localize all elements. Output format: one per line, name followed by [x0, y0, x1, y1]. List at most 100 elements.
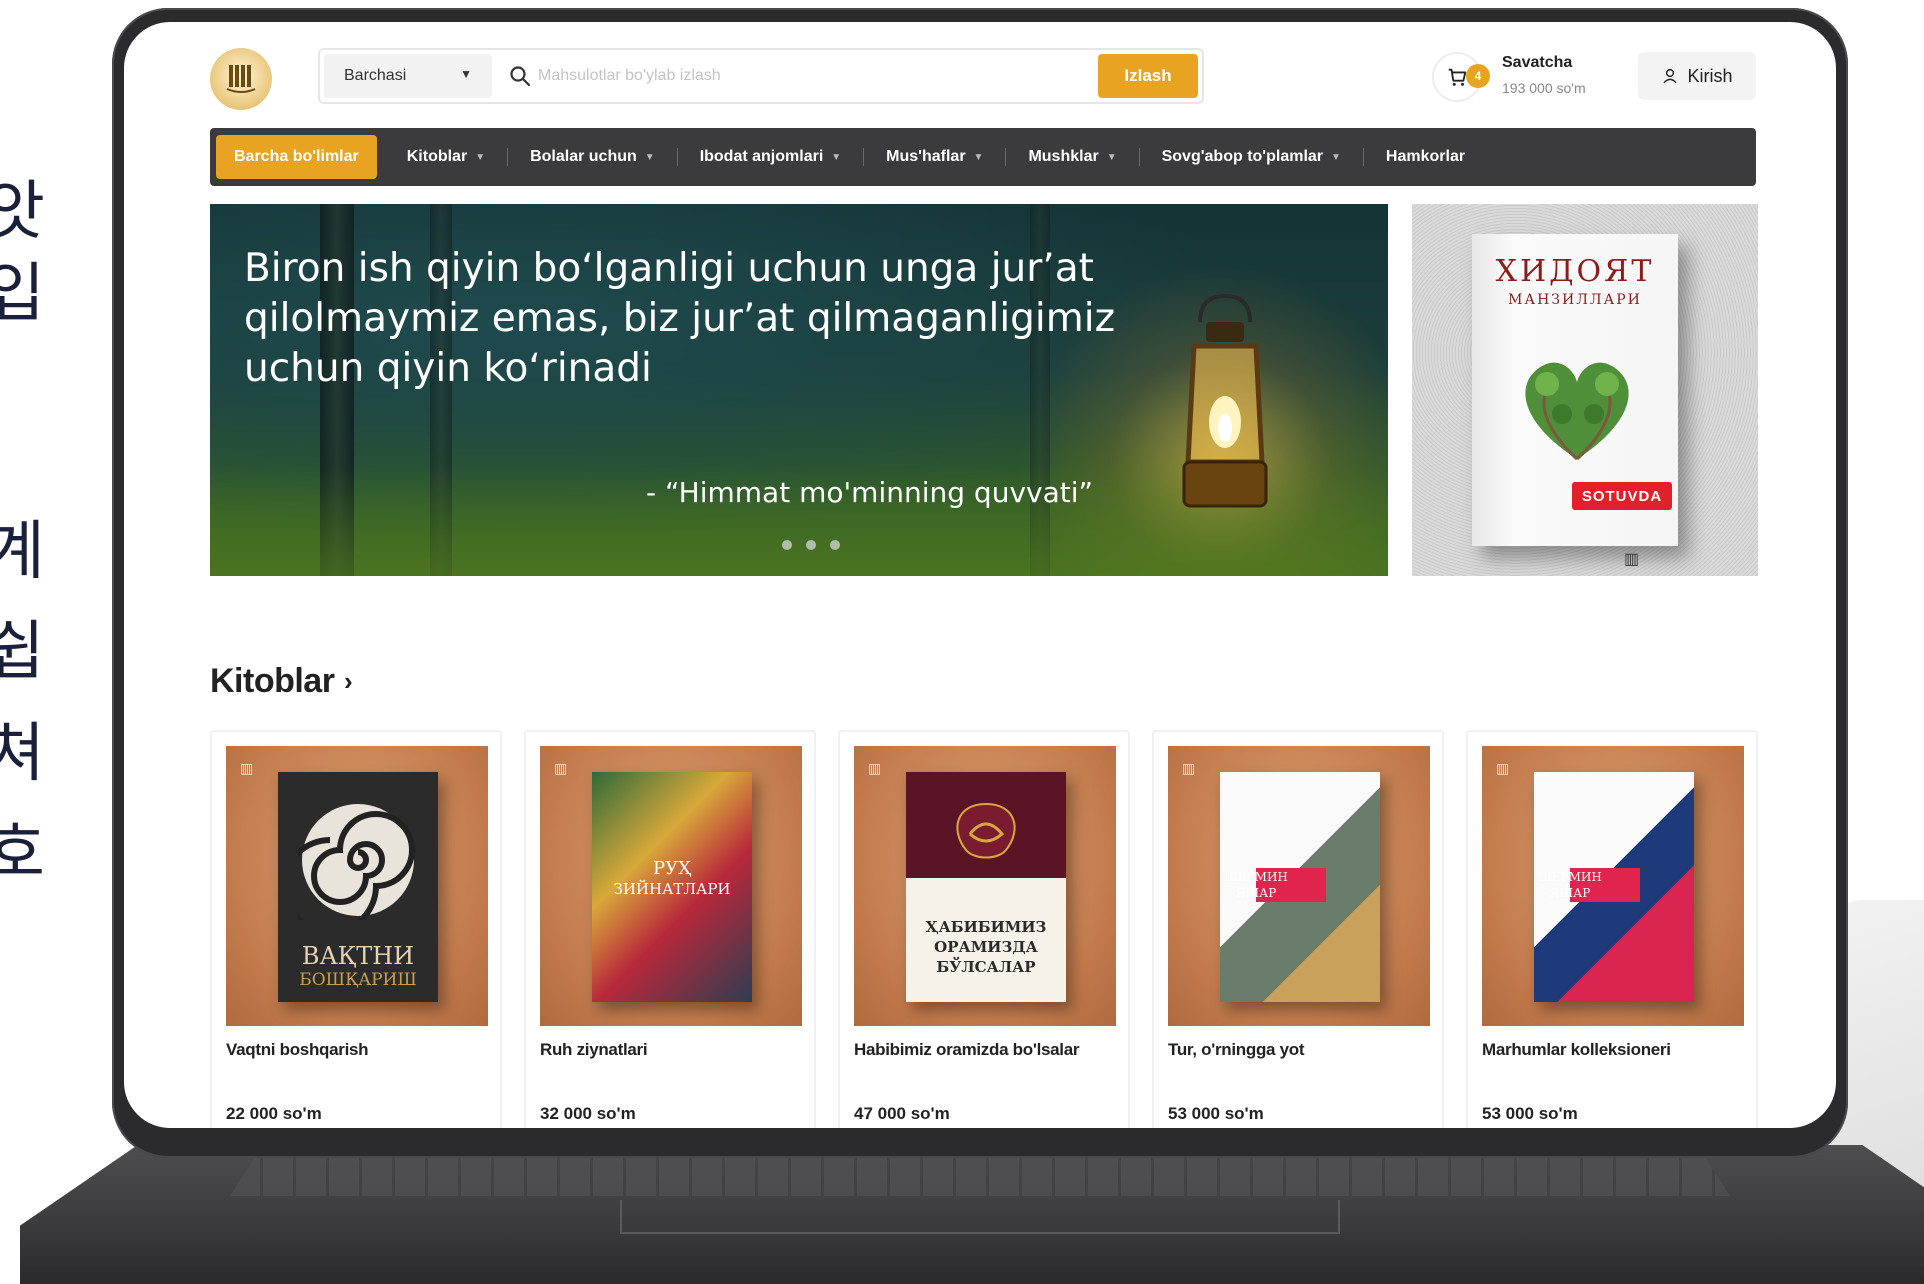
- book-cover: РУҲ ЗИЙНАТЛАРИ: [592, 772, 752, 1002]
- nav-item-label: Hamkorlar: [1385, 148, 1466, 165]
- login-label: Kirish: [1687, 65, 1733, 86]
- book-cover-title: БЎЛСАЛАР: [936, 958, 1036, 976]
- side-text-3: 계: [0, 515, 45, 589]
- product-price: 53 000 so'm: [1482, 1104, 1578, 1123]
- product-card[interactable]: ▥ ҲАБИБИМИЗ ОРАМИЗДА БЎЛСАЛАР Habibimiz …: [838, 730, 1130, 1128]
- product-list: ▥ ВАҚТНИ БОШҚАРИШ Vaqtni boshqarish 22 0…: [210, 730, 1758, 1128]
- section-title[interactable]: Kitoblar: [210, 662, 335, 701]
- chevron-down-icon: ▼: [460, 67, 472, 81]
- product-price: 22 000 so'm: [226, 1104, 322, 1123]
- product-name[interactable]: Vaqtni boshqarish: [226, 1040, 369, 1060]
- publisher-logo-icon: ▥: [1182, 760, 1196, 776]
- cart-title[interactable]: Savatcha: [1502, 54, 1572, 72]
- promo-book-subtitle: МАНЗИЛЛАРИ: [1508, 292, 1642, 308]
- chevron-down-icon: ▼: [1106, 151, 1117, 163]
- promo-book-title: ХИДОЯТ: [1495, 254, 1655, 289]
- product-card[interactable]: ▥ ШЕРМИН ЯШАР Marhumlar kolleksioneri 53…: [1466, 730, 1758, 1128]
- product-card[interactable]: ▥ РУҲ ЗИЙНАТЛАРИ Ruh ziynatlari 32 000 s…: [524, 730, 816, 1128]
- nav-item-worship-items[interactable]: Ibodat anjomlari ▼: [678, 135, 863, 179]
- nav-item-for-children[interactable]: Bolalar uchun ▼: [508, 135, 677, 179]
- cart-count-badge: 4: [1466, 64, 1490, 88]
- carousel-dot[interactable]: [782, 540, 792, 550]
- publisher-logo-icon: ▥: [1496, 760, 1510, 776]
- book-cover: ШЕРМИН ЯШАР: [1220, 772, 1380, 1002]
- nav-item-mushafs[interactable]: Mus'haflar ▼: [864, 135, 1005, 179]
- publisher-logo-icon: ▥: [554, 760, 568, 776]
- chevron-down-icon: ▼: [973, 151, 984, 163]
- nav-item-books[interactable]: Kitoblar ▼: [385, 135, 507, 179]
- publisher-logo-icon: ▥: [1624, 551, 1640, 568]
- calligraphy-emblem-icon: [956, 802, 1016, 859]
- nav-item-label: Bolalar uchun: [530, 148, 637, 165]
- hero-author: - “Himmat mo'minning quvvati”: [646, 476, 1094, 509]
- product-image: ▥ ШЕРМИН ЯШАР: [1482, 746, 1744, 1026]
- search-button[interactable]: Izlash: [1098, 54, 1198, 98]
- nav-item-musks[interactable]: Mushklar ▼: [1006, 135, 1138, 179]
- nav-item-all-sections[interactable]: Barcha bo'limlar: [216, 135, 377, 179]
- nav-item-gift-sets[interactable]: Sovg'abop to'plamlar ▼: [1140, 135, 1363, 179]
- product-price: 53 000 so'm: [1168, 1104, 1264, 1123]
- category-select[interactable]: Barchasi ▼: [324, 54, 492, 98]
- laptop-trackpad: [620, 1200, 1340, 1234]
- product-image: ▥ ВАҚТНИ БОШҚАРИШ: [226, 746, 488, 1026]
- logo-emblem-icon: [226, 65, 256, 93]
- category-select-value: Barchasi: [344, 67, 407, 84]
- cart-total: 193 000 so'm: [1502, 80, 1586, 96]
- lantern-icon: [1182, 294, 1268, 508]
- chevron-right-icon[interactable]: ›: [344, 666, 353, 697]
- search-bar: Barchasi ▼ Izlash: [318, 48, 1204, 104]
- book-cover-author: ЯШАР: [1549, 886, 1591, 900]
- book-cover-author: ЯШАР: [1235, 886, 1277, 900]
- nav-item-label: Sovg'abop to'plamlar: [1161, 148, 1324, 165]
- hero-quote: Biron ish qiyin bo‘lganligi uchun unga j…: [244, 246, 1116, 391]
- nav-item-partners[interactable]: Hamkorlar: [1364, 135, 1487, 179]
- chevron-down-icon: ▼: [644, 151, 655, 163]
- main-nav: Barcha bo'limlar Kitoblar ▼ Bolalar uchu…: [210, 128, 1756, 186]
- promo-banner[interactable]: ХИДОЯТ МАНЗИЛЛАРИ ▥ SOTUVDA: [1412, 204, 1758, 576]
- book-cover-title: БОШҚАРИШ: [299, 970, 417, 990]
- carousel-dot[interactable]: [806, 540, 816, 550]
- product-name[interactable]: Marhumlar kolleksioneri: [1482, 1040, 1671, 1060]
- login-button[interactable]: Kirish: [1638, 52, 1756, 100]
- product-card[interactable]: ▥ ВАҚТНИ БОШҚАРИШ Vaqtni boshqarish 22 0…: [210, 730, 502, 1128]
- hero-carousel-dots: [782, 540, 840, 550]
- on-sale-badge: SOTUVDA: [1572, 482, 1672, 510]
- publisher-logo-icon: ▥: [868, 760, 882, 776]
- hero-banner[interactable]: Biron ish qiyin bo‘lganligi uchun unga j…: [210, 204, 1388, 576]
- product-image: ▥ ҲАБИБИМИЗ ОРАМИЗДА БЎЛСАЛАР: [854, 746, 1116, 1026]
- carousel-dot[interactable]: [830, 540, 840, 550]
- side-text-5: 쳐: [0, 717, 45, 791]
- chevron-down-icon: ▼: [1331, 151, 1341, 163]
- laptop-screen: Barchasi ▼ Izlash 4 Savatcha 193 000 so'…: [124, 22, 1836, 1128]
- search-icon: [510, 66, 531, 87]
- book-cover-title: ОРАМИЗДА: [934, 938, 1038, 956]
- side-text-4: 쉽: [0, 615, 45, 689]
- book-cover: ҲАБИБИМИЗ ОРАМИЗДА БЎЛСАЛАР: [906, 772, 1066, 1002]
- chevron-down-icon: ▼: [831, 151, 842, 163]
- book-cover-author: ШЕРМИН: [1224, 870, 1288, 884]
- book-cover-author: ШЕРМИН: [1538, 870, 1602, 884]
- book-cover-title: ВАҚТНИ: [301, 942, 415, 970]
- product-name[interactable]: Tur, o'rningga yot: [1168, 1040, 1305, 1060]
- clock-spiral-icon: [298, 804, 415, 920]
- product-name[interactable]: Habibimiz oramizda bo'lsalar: [854, 1040, 1080, 1060]
- nav-item-label: Mus'haflar: [886, 148, 966, 165]
- site-logo[interactable]: [210, 48, 272, 110]
- product-card[interactable]: ▥ ШЕРМИН ЯШАР Tur, o'rningga yot 53 000 …: [1152, 730, 1444, 1128]
- search-input[interactable]: [538, 58, 1098, 94]
- publisher-logo-icon: ▥: [240, 760, 254, 776]
- tree-heart-icon: [1525, 362, 1629, 461]
- nav-item-label: Ibodat anjomlari: [699, 148, 824, 165]
- chevron-down-icon: ▼: [475, 151, 486, 163]
- side-text-2: 입: [0, 257, 45, 331]
- book-cover-title: РУҲ: [653, 858, 691, 879]
- product-image: ▥ РУҲ ЗИЙНАТЛАРИ: [540, 746, 802, 1026]
- nav-item-label: Mushklar: [1028, 148, 1099, 165]
- side-text-1: 앗: [0, 175, 45, 249]
- side-text-6: 호: [0, 817, 45, 891]
- user-icon: [1663, 68, 1678, 84]
- product-image: ▥ ШЕРМИН ЯШАР: [1168, 746, 1430, 1026]
- nav-item-label: Kitoblar: [406, 148, 468, 165]
- product-name[interactable]: Ruh ziynatlari: [540, 1040, 648, 1060]
- book-cover-title: ЗИЙНАТЛАРИ: [613, 880, 731, 898]
